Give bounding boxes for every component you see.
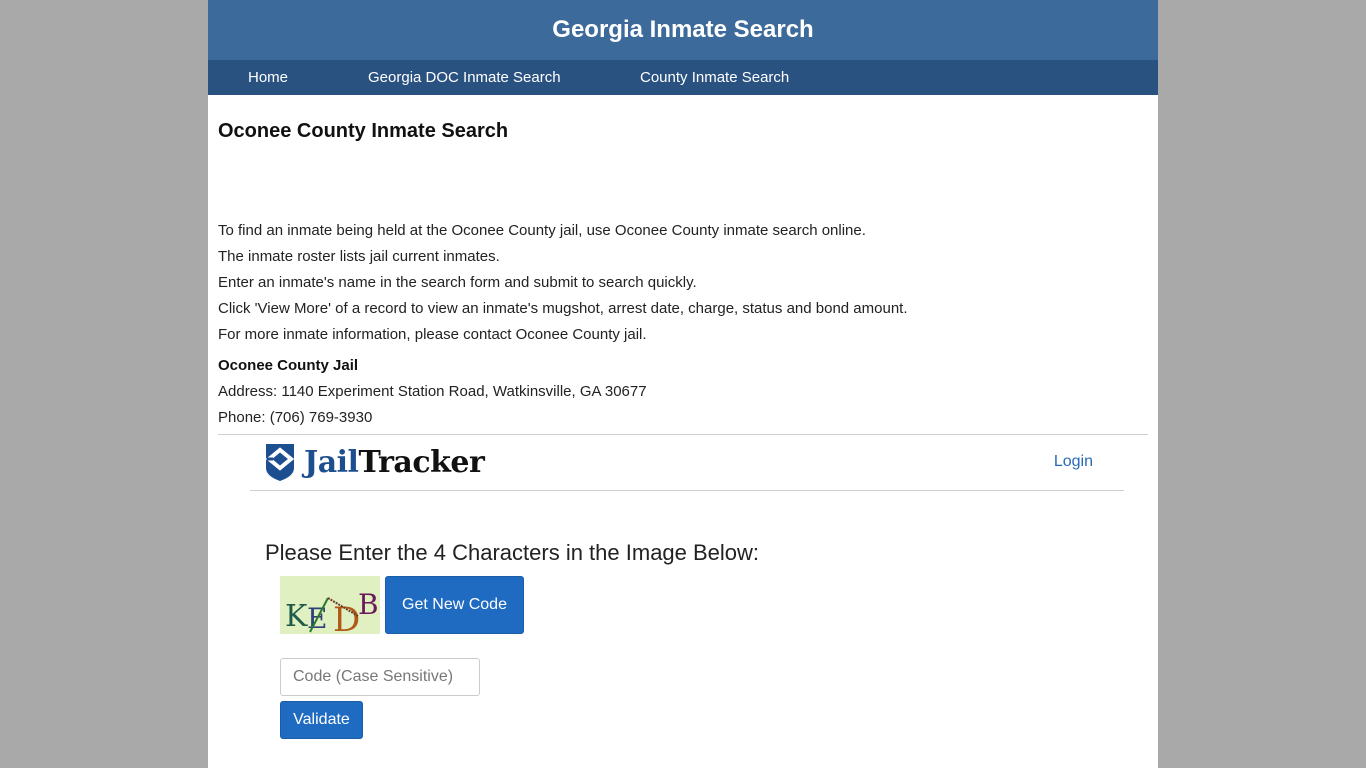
jail-info: Oconee County Jail Address: 1140 Experim… bbox=[218, 353, 647, 431]
jailtracker-logo[interactable]: JailTracker bbox=[264, 442, 485, 482]
main-nav: Home Georgia DOC Inmate Search County In… bbox=[208, 60, 1158, 95]
intro-line: The inmate roster lists jail current inm… bbox=[218, 248, 500, 265]
jailtracker-logo-text: JailTracker bbox=[304, 444, 485, 480]
get-new-code-button[interactable]: Get New Code bbox=[385, 576, 524, 634]
jail-address: Address: 1140 Experiment Station Road, W… bbox=[218, 383, 647, 400]
nav-item-county-inmate-search[interactable]: County Inmate Search bbox=[640, 69, 789, 86]
captcha-image: K E D B bbox=[280, 576, 380, 640]
intro-line: Click 'View More' of a record to view an… bbox=[218, 300, 908, 317]
captcha-char: K bbox=[285, 599, 308, 634]
jail-phone: Phone: (706) 769-3930 bbox=[218, 409, 373, 426]
captcha-heading: Please Enter the 4 Characters in the Ima… bbox=[265, 540, 760, 565]
intro-line: For more inmate information, please cont… bbox=[218, 326, 647, 343]
login-link[interactable]: Login bbox=[1054, 453, 1093, 471]
shield-icon bbox=[265, 444, 295, 481]
intro-line: Enter an inmate's name in the search for… bbox=[218, 274, 697, 291]
site-title: Georgia Inmate Search bbox=[552, 16, 814, 43]
logo-text-jail: Jail bbox=[304, 444, 359, 480]
intro-line: To find an inmate being held at the Ocon… bbox=[218, 222, 866, 239]
captcha-code-input[interactable] bbox=[280, 658, 480, 696]
captcha-char: D bbox=[333, 600, 360, 634]
captcha-char: B bbox=[358, 588, 379, 621]
intro-text: To find an inmate being held at the Ocon… bbox=[218, 218, 1138, 348]
page-title: Oconee County Inmate Search bbox=[218, 120, 509, 142]
site-header: Georgia Inmate Search bbox=[208, 0, 1158, 60]
validate-button[interactable]: Validate bbox=[280, 701, 363, 739]
jailtracker-header: JailTracker Login bbox=[250, 435, 1124, 491]
page-container: Georgia Inmate Search Home Georgia DOC I… bbox=[208, 0, 1158, 768]
logo-text-tracker: Tracker bbox=[358, 444, 485, 480]
nav-item-georgia-doc-inmate-search[interactable]: Georgia DOC Inmate Search bbox=[368, 69, 561, 86]
nav-item-home[interactable]: Home bbox=[248, 69, 288, 86]
jail-name: Oconee County Jail bbox=[218, 357, 359, 374]
